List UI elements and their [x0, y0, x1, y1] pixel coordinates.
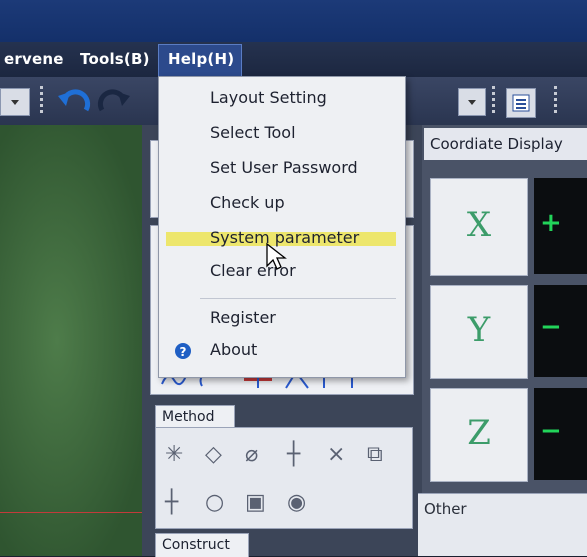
menu-item-about[interactable]: About [210, 340, 257, 359]
image-frame-icon[interactable]: ▣ [245, 492, 266, 514]
menu-item-intervene[interactable]: ervene [4, 50, 64, 68]
list-view-button[interactable] [506, 88, 536, 118]
cross-icon[interactable]: ┼ [165, 492, 178, 514]
canvas-axis-line [0, 512, 142, 513]
toolbar-separator [40, 86, 43, 116]
circle-icon[interactable]: ○ [205, 492, 224, 514]
undo-icon[interactable] [56, 84, 92, 120]
axis-z-label: Z [467, 413, 491, 453]
other-panel-label: Other [424, 500, 467, 518]
svg-text:?: ? [180, 345, 187, 359]
target-icon[interactable]: ◉ [287, 492, 306, 514]
tab-construct[interactable]: Construct [155, 533, 249, 557]
menu-item-register[interactable]: Register [210, 308, 276, 327]
toolbar-dropdown-right[interactable] [458, 88, 486, 116]
diamond-icon[interactable]: ◇ [205, 444, 222, 466]
axis-y-button[interactable]: Y [430, 285, 528, 379]
menu-item-select-tool[interactable]: Select Tool [210, 123, 296, 142]
chevron-down-icon [11, 100, 19, 105]
redo-icon[interactable] [96, 84, 132, 120]
axis-y-label: Y [467, 310, 491, 350]
crosshair-point-icon[interactable]: ┼ [287, 444, 300, 466]
list-icon [512, 94, 530, 112]
chevron-down-icon [468, 100, 476, 105]
axis-y-sign: − [540, 312, 562, 342]
asterisk-point-icon[interactable]: ✳ [165, 444, 183, 466]
tab-method[interactable]: Method [155, 405, 235, 428]
other-panel: Other [418, 493, 587, 556]
help-dropdown-menu [158, 76, 406, 378]
title-bar [0, 0, 587, 42]
menu-separator [200, 298, 396, 299]
coordinate-panel-title: Coordiate Display [424, 128, 587, 160]
intersect-icon[interactable]: ⨯ [327, 444, 345, 466]
probe-icon[interactable]: ⌀ [245, 444, 258, 466]
axis-x-button[interactable]: X [430, 178, 528, 276]
toolbar-separator [492, 86, 495, 116]
menu-item-set-user-password[interactable]: Set User Password [210, 158, 358, 177]
toolbar-dropdown-left[interactable] [0, 88, 30, 116]
axis-x-sign: + [540, 208, 562, 238]
graphics-canvas[interactable] [0, 125, 142, 556]
axis-z-sign: − [540, 416, 562, 446]
menu-item-check-up[interactable]: Check up [210, 193, 285, 212]
menu-item-tools[interactable]: Tools(B) [80, 50, 150, 68]
axis-z-button[interactable]: Z [430, 388, 528, 482]
menu-item-help[interactable]: Help(H) [168, 50, 234, 68]
box-icon[interactable]: ⧉ [367, 444, 383, 466]
menu-item-layout-setting[interactable]: Layout Setting [210, 88, 327, 107]
mouse-pointer-icon [266, 242, 287, 270]
question-circle-icon: ? [175, 343, 191, 359]
axis-x-label: X [466, 205, 492, 245]
toolbar-separator [554, 86, 557, 116]
